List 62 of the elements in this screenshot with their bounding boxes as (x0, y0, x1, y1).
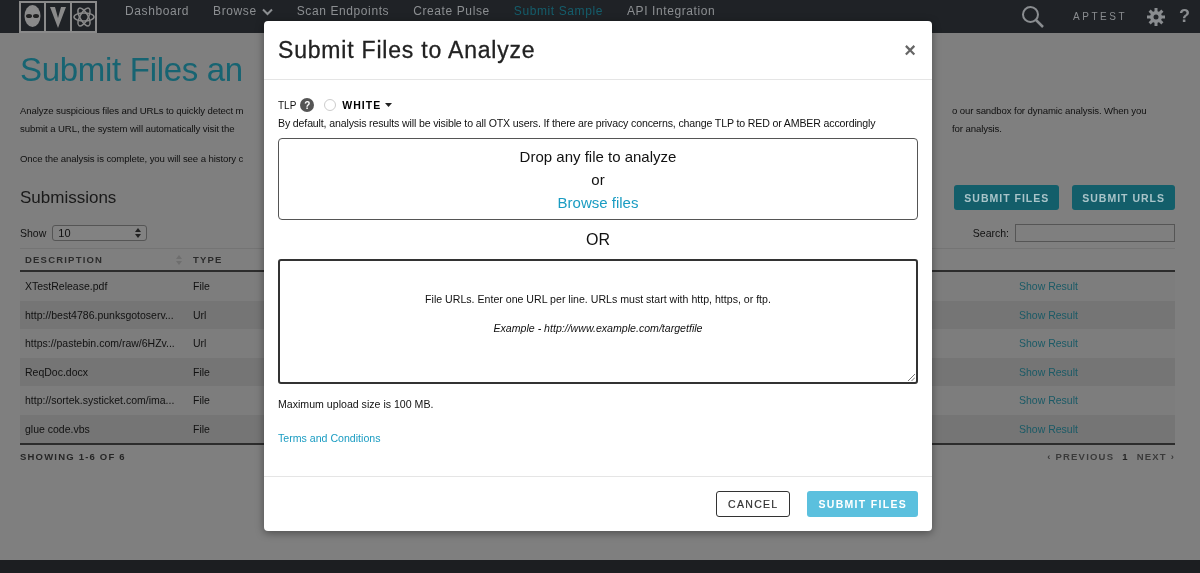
table-cell-text: glue code.vbs (24, 422, 91, 435)
nav-link[interactable]: Browse (201, 5, 285, 18)
table-cell-text: Url (192, 337, 208, 350)
tlp-label: TLP (278, 99, 297, 111)
submit-button[interactable]: SUBMIT URLS (1072, 185, 1175, 210)
nav-link[interactable]: API Integration (614, 5, 728, 18)
intro-text: o our sandbox for dynamic analysis. When you (951, 104, 1148, 116)
or-separator: OR (586, 231, 610, 249)
upload-limit-text: Maximum upload size is 100 MB. (278, 398, 434, 410)
modal-title: Submit Files to Analyze (278, 36, 536, 64)
column-header[interactable]: TYPE (188, 254, 268, 265)
page-title: Submit Files an (20, 51, 244, 89)
terms-link[interactable]: Terms and Conditions (278, 432, 381, 444)
table-cell-text: ReqDoc.docx (24, 365, 90, 378)
next-link[interactable]: NEXT › (1136, 451, 1175, 462)
cancel-button[interactable]: CANCEL (716, 491, 791, 517)
search-label: Search: (972, 227, 1009, 239)
close-button[interactable]: × (902, 38, 918, 62)
table-cell-text: Url (192, 308, 208, 321)
file-drop-zone[interactable]: Drop any file to analyze or Browse files (278, 138, 918, 220)
page-number-link[interactable]: 1 (1122, 451, 1129, 462)
intro-text: for analysis. (951, 122, 1003, 134)
table-cell-text: http://best4786.punksgotoserv... (24, 308, 175, 321)
caret-icon (385, 103, 393, 107)
nav-link[interactable]: Create Pulse (401, 5, 502, 18)
intro-text: Analyze suspicious files and URLs to quickly detect m (20, 104, 245, 116)
browse-files-link[interactable]: Browse files (557, 191, 639, 213)
page-size-select[interactable]: 10 (52, 225, 148, 241)
user-menu-link[interactable]: APTEST (1073, 11, 1127, 22)
nav-link[interactable]: Scan Endpoints (284, 5, 402, 18)
search-field[interactable] (1015, 224, 1175, 242)
example-text: Example - http://www.example.com/targetfile (493, 322, 703, 334)
table-cell-text: File (192, 422, 211, 435)
help-badge[interactable]: ? (300, 98, 315, 112)
intro-text: Once the analysis is complete, you will see a history c (20, 152, 245, 164)
sort-arrows-icon (135, 228, 142, 238)
drop-text: Drop any file to analyze (519, 146, 677, 167)
column-header[interactable]: DESCRIPTION (20, 254, 188, 265)
search-icon (1021, 4, 1046, 29)
or-text: or (591, 169, 605, 190)
privacy-note: By default, analysis results will be visible to all OTX users. If there are privacy concerns, change TLP to RED or AMBER accordingly (278, 117, 876, 129)
settings-icon (1147, 7, 1165, 26)
intro-text: submit a URL, the system will automatically visit the (20, 122, 236, 134)
table-cell-text: File (192, 394, 211, 407)
table-cell-text: File (192, 280, 211, 293)
show-label: Show (20, 227, 47, 239)
submit-button[interactable]: SUBMIT FILES (954, 185, 1060, 210)
table-cell-text: https://pastebin.com/raw/6HZv... (24, 337, 176, 350)
table-cell-text: http://sortek.systicket.com/ima... (24, 394, 176, 407)
resize-grip-icon (908, 374, 915, 381)
url-input-field[interactable]: File URLs. Enter one URL per line. URLs must start with http, https, or ftp. Example - http://www.example.com/targetfile (278, 259, 918, 384)
showing-count: SHOWING 1-6 OF 6 (20, 451, 126, 462)
tlp-dropdown[interactable]: WHITE (340, 99, 395, 111)
placeholder-text: File URLs. Enter one URL per line. URLs must start with http, https, or ftp. (425, 293, 771, 305)
table-cell-text: File (192, 365, 211, 378)
nav-link[interactable]: Dashboard (113, 5, 202, 18)
previous-link[interactable]: ‹ PREVIOUS (1047, 451, 1115, 462)
help-link[interactable]: ? (1179, 6, 1190, 27)
section-title: Submissions (20, 187, 117, 208)
table-cell-text: XTestRelease.pdf (24, 280, 109, 293)
submit-files-button[interactable]: SUBMIT FILES (807, 491, 918, 517)
nav-link[interactable]: Submit Sample (501, 5, 615, 18)
